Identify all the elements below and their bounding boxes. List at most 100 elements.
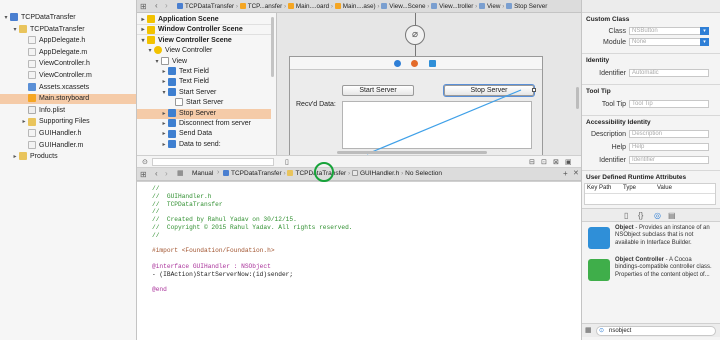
class-field[interactable]: NSButton	[629, 27, 709, 35]
code-snippet-library-icon[interactable]: {}	[638, 211, 643, 220]
breadcrumb-item[interactable]: View	[487, 3, 501, 10]
code-line[interactable]: // Created by Rahul Yadav on 30/12/15.	[152, 216, 297, 223]
add-editor-icon[interactable]: +	[563, 169, 568, 178]
disclosure-closed-icon[interactable]: ▸	[160, 129, 168, 139]
code-line[interactable]: @end	[152, 286, 167, 293]
navigator-item[interactable]: GUIHandler.m	[0, 140, 136, 151]
module-field[interactable]: None	[629, 38, 709, 46]
navigator-item[interactable]: ▾ TCPDataTransfer	[0, 24, 136, 35]
outline-item[interactable]: Start Server	[137, 98, 271, 108]
disclosure-closed-icon[interactable]: ▸	[160, 67, 168, 77]
disclosure-closed-icon[interactable]: ▸	[160, 77, 168, 87]
runtime-attributes-table[interactable]: Key Path Type Value	[584, 183, 716, 205]
code-line[interactable]: // GUIHandler.h	[152, 193, 211, 200]
outline-item[interactable]: ▾ View Controller	[137, 46, 271, 56]
outline-item[interactable]: ▸ Text Field	[137, 67, 271, 77]
breadcrumb-item[interactable]: Stop Server	[514, 3, 547, 10]
related-items-icon[interactable]: ⊞	[140, 2, 147, 11]
close-editor-icon[interactable]: ✕	[573, 169, 579, 177]
disclosure-closed-icon[interactable]: ▸	[139, 15, 147, 24]
outline-scrollbar[interactable]	[271, 17, 274, 77]
breadcrumb-item[interactable]: No Selection	[405, 170, 442, 177]
outline-item[interactable]: ▸ Data to send:	[137, 139, 271, 150]
breadcrumb-item[interactable]: TCP...ansfer	[248, 3, 283, 10]
file-template-library-icon[interactable]: ▯	[624, 211, 628, 220]
module-dropdown-icon[interactable]: ▾	[700, 38, 709, 46]
navigator-item[interactable]: ▾ TCPDataTransfer	[0, 13, 136, 23]
back-arrow-icon[interactable]: ‹	[155, 169, 158, 178]
disclosure-open-icon[interactable]: ▾	[160, 88, 168, 98]
code-line[interactable]: //	[152, 232, 159, 239]
outline-item[interactable]: ▾ View	[137, 56, 271, 67]
column-key-path[interactable]: Key Path	[587, 185, 611, 191]
disclosure-closed-icon[interactable]: ▸	[160, 109, 168, 119]
manual-mode-icon[interactable]: ▦	[177, 169, 184, 177]
outline-item[interactable]: ▸ Text Field	[137, 77, 271, 87]
breadcrumb-item[interactable]: Main....ase)	[343, 3, 376, 10]
outline-item[interactable]: ▸ Application Scene	[137, 15, 271, 25]
back-arrow-icon[interactable]: ‹	[155, 1, 158, 10]
identifier-field[interactable]: Automatic	[629, 69, 709, 77]
code-line[interactable]: //	[152, 185, 159, 192]
disclosure-closed-icon[interactable]: ▸	[160, 140, 168, 150]
code-line[interactable]: // TCPDataTransfer	[152, 201, 223, 208]
breadcrumb-item[interactable]: TCPDataTransfer	[185, 3, 234, 10]
outline-item[interactable]: ▸ Disconnect from server	[137, 119, 271, 129]
column-value[interactable]: Value	[657, 185, 672, 191]
navigator-item[interactable]: ViewController.m	[0, 71, 136, 81]
outline-item[interactable]: ▸ Stop Server	[137, 108, 271, 119]
breadcrumb-item[interactable]: View...troller	[439, 3, 473, 10]
navigator-item[interactable]: Assets.xcassets	[0, 82, 136, 93]
breadcrumb-item[interactable]: Main....oard	[296, 3, 329, 10]
tooltip-field[interactable]: Tool Tip	[629, 100, 709, 108]
help-field[interactable]: Help	[629, 143, 709, 151]
code-editor[interactable]: //// GUIHandler.h// TCPDataTransfer//// …	[137, 182, 581, 340]
disclosure-open-icon[interactable]: ▾	[11, 25, 19, 35]
resolve-icon[interactable]: ⊠	[553, 158, 559, 166]
accessibility-identifier-field[interactable]: Identifier	[629, 156, 709, 164]
storyboard-canvas[interactable]: ⌀ Start Server Stop Server Recv'd Data:	[277, 13, 581, 155]
forward-arrow-icon[interactable]: ›	[165, 169, 168, 178]
disclosure-closed-icon[interactable]: ▸	[160, 119, 168, 129]
library-item[interactable]: Object - Provides an instance of an NSOb…	[584, 224, 716, 254]
code-line[interactable]: - (IBAction)StartServerNow:(id)sender;	[152, 271, 293, 278]
disclosure-closed-icon[interactable]: ▸	[20, 117, 28, 127]
code-line[interactable]: // Copyright © 2015 Rahul Yadav. All rig…	[152, 224, 353, 231]
outline-item[interactable]: ▸ Window Controller Scene	[137, 25, 271, 36]
canvas-scrollbar-horizontal[interactable]	[337, 151, 487, 154]
media-library-icon[interactable]: ▤	[668, 211, 676, 220]
outline-filter-field[interactable]	[152, 158, 274, 166]
disclosure-open-icon[interactable]: ▾	[2, 13, 10, 23]
object-library-icon[interactable]: ◎	[654, 211, 661, 220]
navigator-item[interactable]: ViewController.h	[0, 59, 136, 69]
forward-arrow-icon[interactable]: ›	[165, 1, 168, 10]
pin-icon[interactable]: ⊡	[541, 158, 547, 166]
library-item[interactable]: Object Controller - A Cocoa bindings-com…	[584, 256, 716, 286]
breadcrumb-item[interactable]: View...Scene	[389, 3, 425, 10]
class-dropdown-icon[interactable]: ▾	[700, 27, 709, 35]
navigator-item[interactable]: GUIHandler.h	[0, 129, 136, 139]
navigator-item[interactable]: AppDelegate.h	[0, 36, 136, 46]
disclosure-open-icon[interactable]: ▾	[153, 57, 161, 67]
outline-item[interactable]: ▸ Send Data	[137, 129, 271, 139]
disclosure-closed-icon[interactable]: ▸	[139, 25, 147, 34]
disclosure-open-icon[interactable]: ▾	[139, 36, 147, 46]
navigator-item[interactable]: AppDelegate.m	[0, 47, 136, 58]
editor-mode-dropdown[interactable]: Manual	[192, 170, 213, 177]
column-type[interactable]: Type	[623, 185, 636, 191]
outline-item[interactable]: ▾ Start Server	[137, 87, 271, 98]
disclosure-open-icon[interactable]: ▾	[146, 46, 154, 56]
breadcrumb-item[interactable]: TCPDataTransfer	[231, 170, 282, 177]
outline-item[interactable]: ▾ View Controller Scene	[137, 35, 271, 46]
code-line[interactable]: //	[152, 208, 159, 215]
navigator-item[interactable]: Info.plist	[0, 105, 136, 116]
navigator-item[interactable]: ▸ Supporting Files	[0, 117, 136, 127]
filter-icon[interactable]: ⊙	[142, 158, 148, 166]
breadcrumb-item[interactable]: GUIHandler.h	[360, 170, 399, 177]
toggle-outline-icon[interactable]: ▯	[285, 158, 289, 166]
navigator-item[interactable]: ▸ Products	[0, 152, 136, 162]
navigator-item[interactable]: Main.storyboard	[0, 94, 136, 105]
align-icon[interactable]: ⊟	[529, 158, 535, 166]
description-field[interactable]: Description	[629, 130, 709, 138]
disclosure-closed-icon[interactable]: ▸	[11, 152, 19, 162]
